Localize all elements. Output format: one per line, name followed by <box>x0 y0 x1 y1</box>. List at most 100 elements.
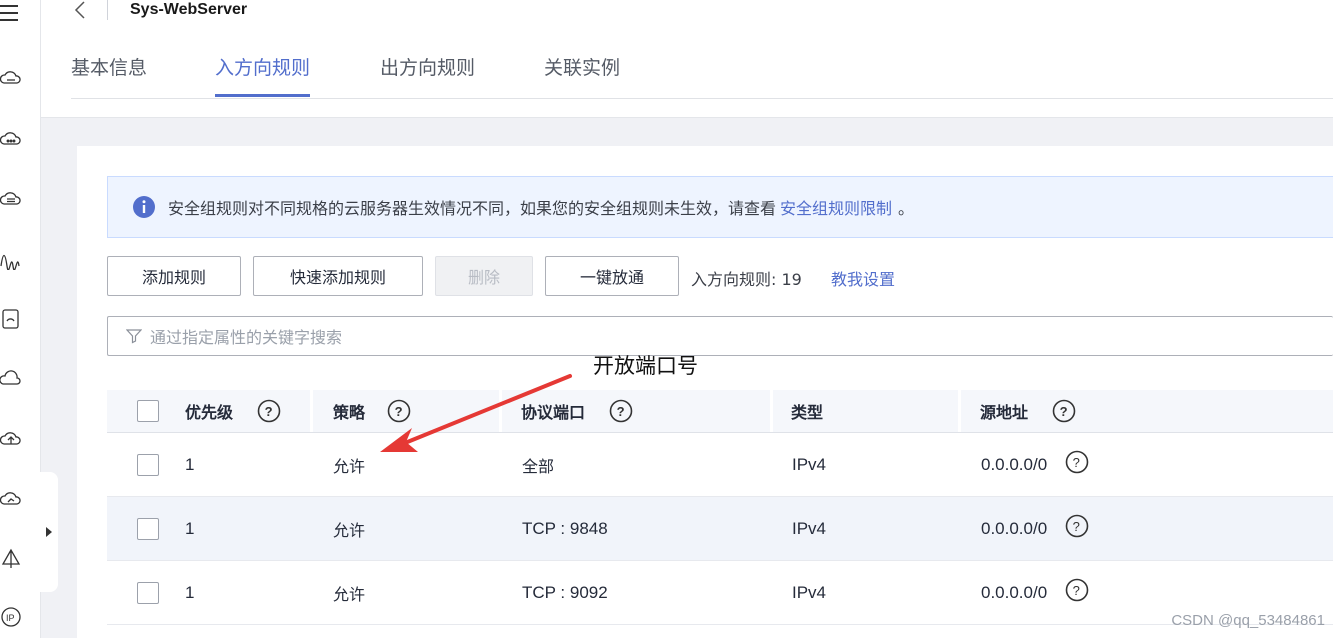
svg-text:IP: IP <box>6 613 15 623</box>
svg-text:?: ? <box>1060 404 1068 419</box>
cloud-database-icon[interactable] <box>0 188 22 210</box>
row-checkbox[interactable] <box>137 517 159 540</box>
annotation-label: 开放端口号 <box>593 354 698 378</box>
notice-suffix: 。 <box>898 199 915 218</box>
row-select-cell <box>137 561 159 624</box>
cloud-more-icon[interactable] <box>0 128 22 150</box>
column-type: 类型 <box>791 390 823 432</box>
cloud-upload-icon[interactable] <box>0 428 22 450</box>
cloud-outline-icon[interactable] <box>0 368 22 390</box>
title-divider <box>107 0 108 20</box>
svg-text:?: ? <box>265 404 273 419</box>
tab-bar: 基本信息 入方向规则 出方向规则 关联实例 <box>71 52 1333 99</box>
rules-table: 优先级 ? 策略 ? 协议端口 ? 类型 源地址 ? 1 允许 全部 IPv4 … <box>107 390 1333 625</box>
column-divider <box>958 390 961 432</box>
search-input[interactable]: 通过指定属性的关键字搜索 <box>107 316 1333 356</box>
help-icon[interactable]: ? <box>609 399 633 423</box>
sail-icon[interactable] <box>0 548 22 570</box>
info-icon <box>133 196 155 218</box>
svg-text:?: ? <box>1073 455 1080 470</box>
svg-text:?: ? <box>1073 519 1080 534</box>
table-row[interactable]: 1 允许 TCP : 9092 IPv4 0.0.0.0/0 ? <box>107 561 1333 625</box>
source-cell: 0.0.0.0/0 ? <box>981 561 1089 624</box>
add-rule-button[interactable]: 添加规则 <box>107 256 241 296</box>
watermark: CSDN @qq_53484861 <box>1171 612 1325 629</box>
row-select-cell <box>137 497 159 560</box>
priority-cell: 1 <box>185 582 195 602</box>
column-source-label: 源地址 <box>980 403 1029 422</box>
column-type-label: 类型 <box>791 403 824 422</box>
column-policy: 策略 ? <box>333 390 411 432</box>
table-row[interactable]: 1 允许 全部 IPv4 0.0.0.0/0 ? <box>107 433 1333 497</box>
policy-cell: 允许 <box>333 456 366 476</box>
ip-icon[interactable]: IP <box>0 606 22 628</box>
notice-text: 安全组规则对不同规格的云服务器生效情况不同，如果您的安全组规则未生效，请查看 <box>168 199 777 218</box>
source-value: 0.0.0.0/0 <box>981 454 1048 474</box>
port-cell: TCP : 9848 <box>522 518 608 538</box>
notice-banner: 安全组规则对不同规格的云服务器生效情况不同，如果您的安全组规则未生效，请查看 安… <box>107 176 1333 238</box>
help-icon[interactable]: ? <box>1065 450 1089 474</box>
priority-cell: 1 <box>185 518 195 538</box>
sidebar-expand-handle[interactable] <box>40 472 58 592</box>
column-priority: 优先级 ? <box>185 390 281 432</box>
column-protocol-port: 协议端口 ? <box>521 390 633 432</box>
tab-outbound-rules[interactable]: 出方向规则 <box>380 52 475 96</box>
svg-text:?: ? <box>395 404 403 419</box>
port-cell: TCP : 9092 <box>522 582 608 602</box>
page-title: Sys-WebServer <box>130 1 248 18</box>
svg-text:?: ? <box>1073 583 1080 598</box>
policy-cell: 允许 <box>333 520 366 540</box>
notice-link[interactable]: 安全组规则限制 <box>780 195 892 219</box>
select-all-checkbox[interactable] <box>137 400 159 422</box>
source-value: 0.0.0.0/0 <box>981 582 1048 602</box>
quick-add-rule-button[interactable]: 快速添加规则 <box>253 256 423 296</box>
policy-cell: 允许 <box>333 584 366 604</box>
storage-icon[interactable] <box>0 308 22 330</box>
help-icon[interactable]: ? <box>1065 514 1089 538</box>
search-placeholder: 通过指定属性的关键字搜索 <box>150 328 343 347</box>
row-checkbox[interactable] <box>137 453 159 476</box>
help-icon[interactable]: ? <box>257 399 281 423</box>
tab-associated-instances[interactable]: 关联实例 <box>544 52 620 96</box>
type-cell: IPv4 <box>792 582 827 602</box>
column-priority-label: 优先级 <box>185 403 234 422</box>
help-icon[interactable]: ? <box>1052 399 1076 423</box>
table-row[interactable]: 1 允许 TCP : 9848 IPv4 0.0.0.0/0 ? <box>107 497 1333 561</box>
select-all-cell <box>137 390 159 432</box>
svg-text:?: ? <box>617 404 625 419</box>
source-cell: 0.0.0.0/0 ? <box>981 433 1089 496</box>
row-checkbox[interactable] <box>137 581 159 604</box>
type-cell: IPv4 <box>792 454 827 474</box>
one-click-allow-button[interactable]: 一键放通 <box>545 256 679 296</box>
delete-button[interactable]: 删除 <box>435 256 533 296</box>
column-source: 源地址 ? <box>980 390 1076 432</box>
column-policy-label: 策略 <box>333 403 366 422</box>
type-cell: IPv4 <box>792 518 827 538</box>
tab-inbound-rules[interactable]: 入方向规则 <box>215 52 311 97</box>
priority-cell: 1 <box>185 454 195 474</box>
filter-icon <box>126 329 142 344</box>
column-divider <box>499 390 502 432</box>
column-divider <box>310 390 313 432</box>
help-setup-link[interactable]: 教我设置 <box>831 266 895 290</box>
network-wave-icon[interactable] <box>0 248 22 270</box>
table-header: 优先级 ? 策略 ? 协议端口 ? 类型 源地址 ? <box>107 390 1333 433</box>
chevron-left-icon <box>74 1 85 19</box>
help-icon[interactable]: ? <box>1065 578 1089 602</box>
toolbar: 添加规则 快速添加规则 删除 一键放通 入方向规则: 19 教我设置 <box>107 256 1333 298</box>
menu-icon[interactable] <box>0 2 22 24</box>
rule-count: 入方向规则: 19 <box>691 270 802 289</box>
caret-right-icon <box>46 527 52 537</box>
column-port-label: 协议端口 <box>521 403 586 422</box>
cloud-server-icon[interactable] <box>0 68 22 90</box>
row-select-cell <box>137 433 159 496</box>
page-header: Sys-WebServer 基本信息 入方向规则 出方向规则 关联实例 <box>41 0 1333 118</box>
column-divider <box>770 390 773 432</box>
left-nav-rail: IP <box>0 0 41 638</box>
cloud-monitor-icon[interactable] <box>0 488 22 510</box>
source-value: 0.0.0.0/0 <box>981 518 1048 538</box>
back-button[interactable] <box>70 0 92 22</box>
source-cell: 0.0.0.0/0 ? <box>981 497 1089 560</box>
tab-basic-info[interactable]: 基本信息 <box>71 52 147 96</box>
help-icon[interactable]: ? <box>387 399 411 423</box>
